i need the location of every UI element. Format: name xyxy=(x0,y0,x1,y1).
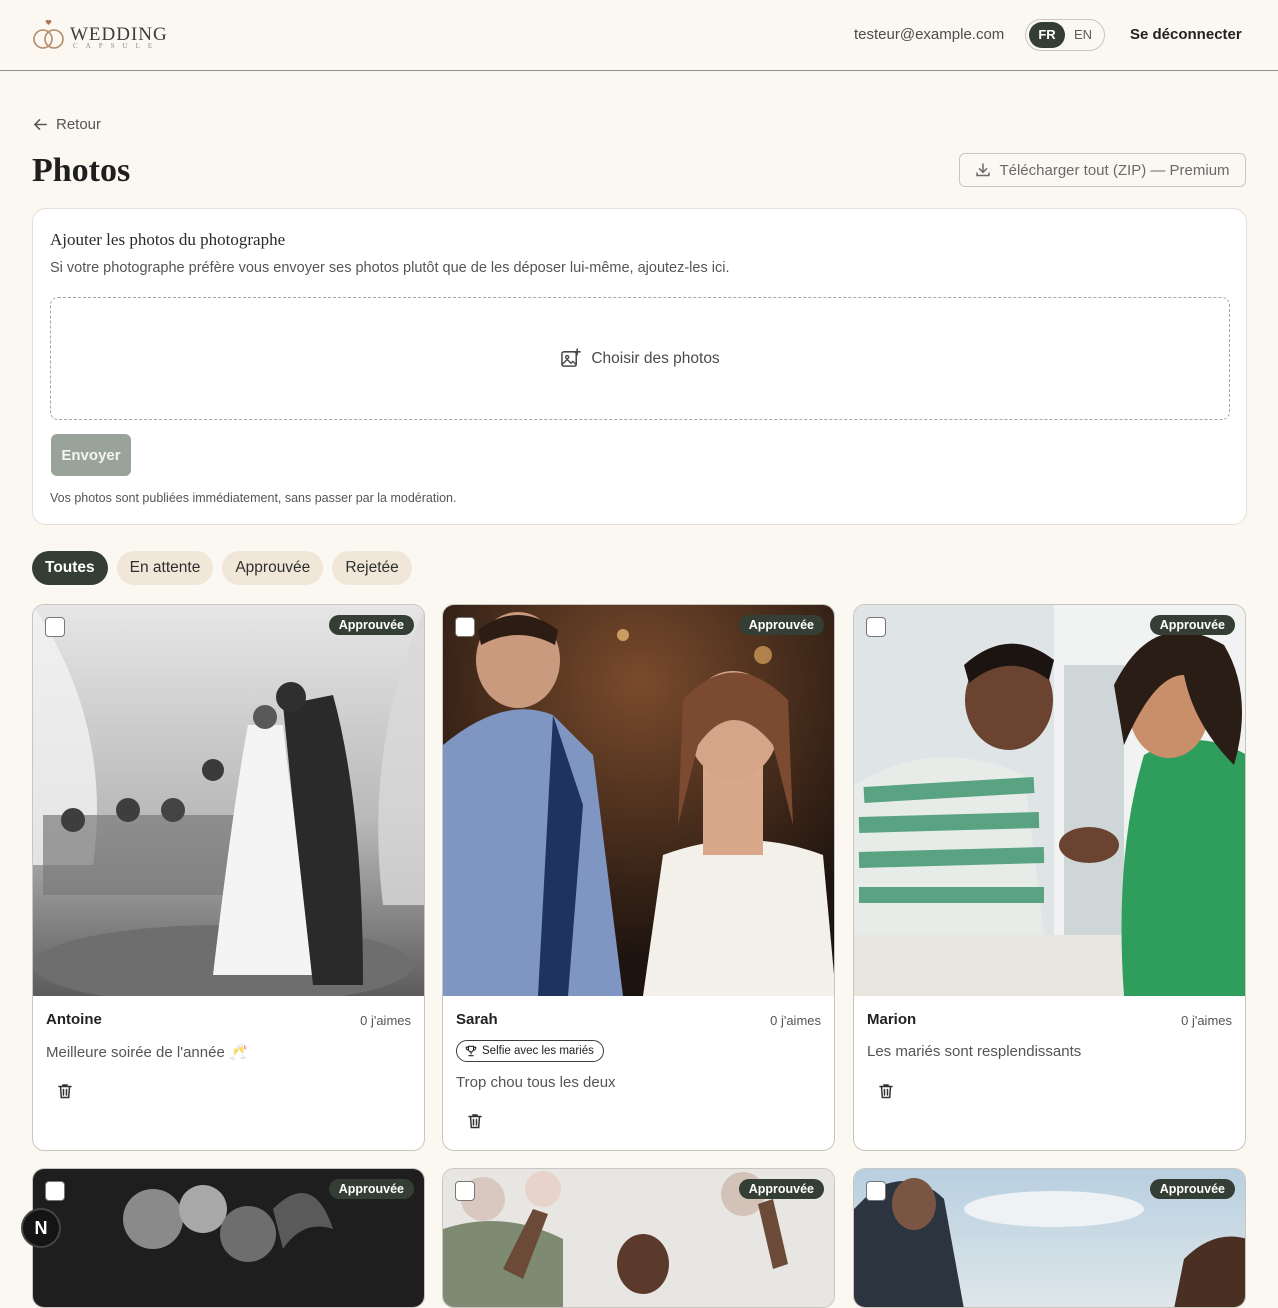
author-name: Marion xyxy=(867,1011,917,1028)
photo-caption: Les mariés sont resplendissants xyxy=(867,1043,1082,1060)
photo-thumbnail[interactable] xyxy=(443,605,835,996)
back-link[interactable]: Retour xyxy=(33,116,101,133)
download-zip-button[interactable]: Télécharger tout (ZIP) — Premium xyxy=(959,153,1246,187)
trash-icon[interactable] xyxy=(876,1081,896,1101)
filter-pending[interactable]: En attente xyxy=(116,551,214,585)
photo-caption: Trop chou tous les deux xyxy=(456,1074,616,1091)
status-badge: Approuvée xyxy=(738,615,824,635)
photo-card: Approuvée Sarah 0 j'aimes Selfie avec le… xyxy=(442,604,835,1151)
select-checkbox[interactable] xyxy=(45,617,65,637)
photo-thumbnail[interactable] xyxy=(33,605,425,996)
arrow-left-icon xyxy=(34,119,47,130)
select-checkbox[interactable] xyxy=(866,1181,886,1201)
likes-count: 0 j'aimes xyxy=(360,1013,411,1028)
photographer-upload-card: Ajouter les photos du photographe Si vot… xyxy=(32,208,1247,525)
download-zip-label: Télécharger tout (ZIP) — Premium xyxy=(999,161,1230,179)
select-checkbox[interactable] xyxy=(455,617,475,637)
brand-subtitle: CAPSULE xyxy=(73,42,161,50)
user-email: testeur@example.com xyxy=(854,26,1005,43)
send-button[interactable]: Envoyer xyxy=(51,434,131,476)
lang-en-button[interactable]: EN xyxy=(1065,22,1101,48)
photo-card: Approuvée xyxy=(32,1168,425,1308)
select-checkbox[interactable] xyxy=(866,617,886,637)
trash-icon[interactable] xyxy=(465,1111,485,1131)
image-plus-icon xyxy=(561,348,582,367)
floating-n-button[interactable]: N xyxy=(21,1208,61,1248)
filter-all[interactable]: Toutes xyxy=(32,551,108,585)
filter-rejected[interactable]: Rejetée xyxy=(332,551,412,585)
author-name: Antoine xyxy=(46,1011,102,1028)
photo-thumbnail[interactable] xyxy=(854,605,1246,996)
status-badge: Approuvée xyxy=(328,1179,414,1199)
top-bar: WEDDING CAPSULE testeur@example.com FR E… xyxy=(0,0,1278,71)
photo-card: Approuvée Antoine 0 j'aimes Meilleure so… xyxy=(32,604,425,1151)
likes-count: 0 j'aimes xyxy=(770,1013,821,1028)
author-name: Sarah xyxy=(456,1011,498,1028)
photo-card: Approuvée xyxy=(442,1168,835,1308)
upload-description: Si votre photographe préfère vous envoye… xyxy=(50,260,730,276)
status-badge: Approuvée xyxy=(328,615,414,635)
back-label: Retour xyxy=(56,116,102,133)
upload-note: Vos photos sont publiées immédiatement, … xyxy=(50,491,457,505)
language-switcher: FR EN xyxy=(1025,19,1105,51)
status-filters: Toutes En attente Approuvée Rejetée xyxy=(32,551,412,585)
page-title: Photos xyxy=(32,152,131,189)
status-badge: Approuvée xyxy=(738,1179,824,1199)
trash-icon[interactable] xyxy=(55,1081,75,1101)
upload-title: Ajouter les photos du photographe xyxy=(50,230,286,249)
lang-fr-button[interactable]: FR xyxy=(1029,22,1065,48)
rings-icon xyxy=(33,20,64,49)
brand-logo[interactable]: WEDDING CAPSULE xyxy=(32,20,167,52)
download-icon xyxy=(976,163,991,177)
likes-count: 0 j'aimes xyxy=(1181,1013,1232,1028)
award-label: Selfie avec les mariés xyxy=(482,1045,594,1057)
select-checkbox[interactable] xyxy=(45,1181,65,1201)
photo-caption: Meilleure soirée de l'année 🥂 xyxy=(46,1044,248,1061)
choose-photos-label: Choisir des photos xyxy=(591,349,720,367)
award-badge: Selfie avec les mariés xyxy=(456,1040,604,1062)
select-checkbox[interactable] xyxy=(455,1181,475,1201)
photo-card: Approuvée xyxy=(853,1168,1246,1308)
photo-dropzone[interactable]: Choisir des photos xyxy=(50,297,1230,420)
photo-card: Approuvée Marion 0 j'aimes Les mariés so… xyxy=(853,604,1246,1151)
filter-approved[interactable]: Approuvée xyxy=(222,551,324,585)
logout-button[interactable]: Se déconnecter xyxy=(1130,26,1242,43)
status-badge: Approuvée xyxy=(1149,615,1235,635)
status-badge: Approuvée xyxy=(1149,1179,1235,1199)
trophy-icon xyxy=(465,1045,477,1057)
